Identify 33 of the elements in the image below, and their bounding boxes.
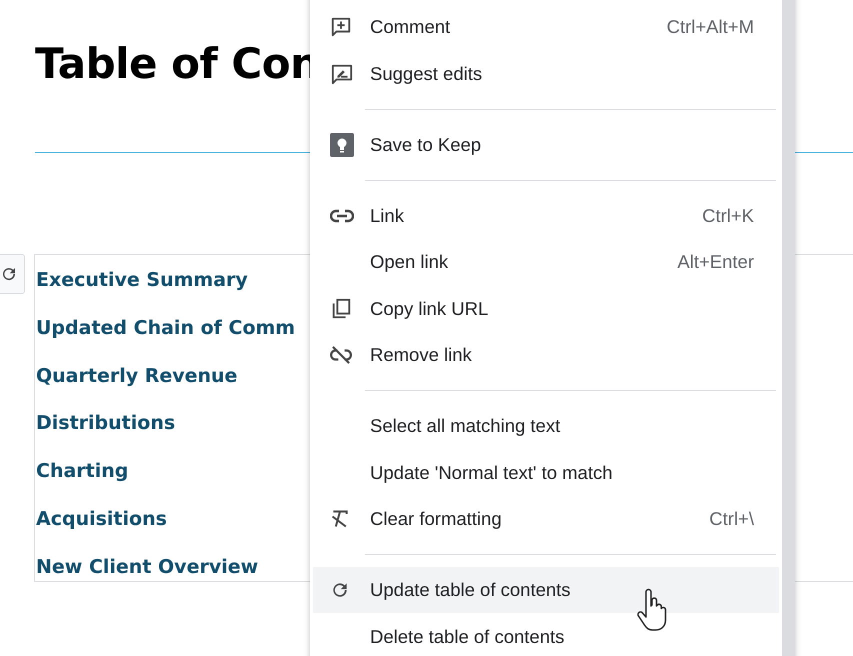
- menu-item[interactable]: Update table of contents: [313, 566, 779, 614]
- refresh-icon: [0, 265, 18, 283]
- menu-item[interactable]: Update 'Normal text' to match: [313, 449, 779, 496]
- shortcut-text: Alt+Enter: [677, 251, 754, 273]
- menu-item[interactable]: Link Ctrl+K: [313, 192, 779, 239]
- toc-link[interactable]: Updated Chain of Comm: [35, 304, 296, 353]
- menu-item[interactable]: Clear formatting Ctrl+\: [313, 496, 779, 542]
- menu-item[interactable]: Select all matching text: [313, 402, 779, 450]
- menu-item[interactable]: Comment Ctrl+Alt+M: [313, 4, 779, 50]
- toc-link[interactable]: Acquisitions: [35, 496, 167, 544]
- shortcut-text: Ctrl+Alt+M: [666, 16, 754, 38]
- toc-link[interactable]: New Client Overview: [35, 544, 258, 592]
- lightbulb-icon: [330, 132, 354, 156]
- toc-link[interactable]: Executive Summary: [35, 257, 248, 305]
- menu-item[interactable]: Suggest edits: [313, 50, 779, 97]
- scrollbar[interactable]: [782, 0, 795, 656]
- link-icon: [330, 208, 354, 222]
- toc-link[interactable]: Charting: [35, 448, 128, 496]
- clear-formatting-icon: [330, 509, 350, 529]
- suggest-edit-icon: [330, 62, 354, 84]
- menu-item[interactable]: Remove link: [313, 332, 779, 378]
- menu-item[interactable]: Delete table of contents: [313, 613, 779, 656]
- menu-item[interactable]: Open link Alt+Enter: [313, 238, 779, 286]
- shortcut-text: Ctrl+\: [709, 508, 754, 530]
- unlink-icon: [330, 346, 352, 364]
- menu-item[interactable]: Save to Keep: [313, 121, 779, 168]
- toc-link[interactable]: Distributions: [35, 400, 176, 448]
- copy-icon: [330, 298, 352, 320]
- menu-item[interactable]: Copy link URL: [313, 285, 779, 332]
- shortcut-text: Ctrl+K: [702, 204, 754, 226]
- comment-icon: [330, 16, 352, 38]
- hand-cursor-icon: [637, 588, 667, 632]
- toc-link[interactable]: Quarterly Revenue: [35, 352, 238, 400]
